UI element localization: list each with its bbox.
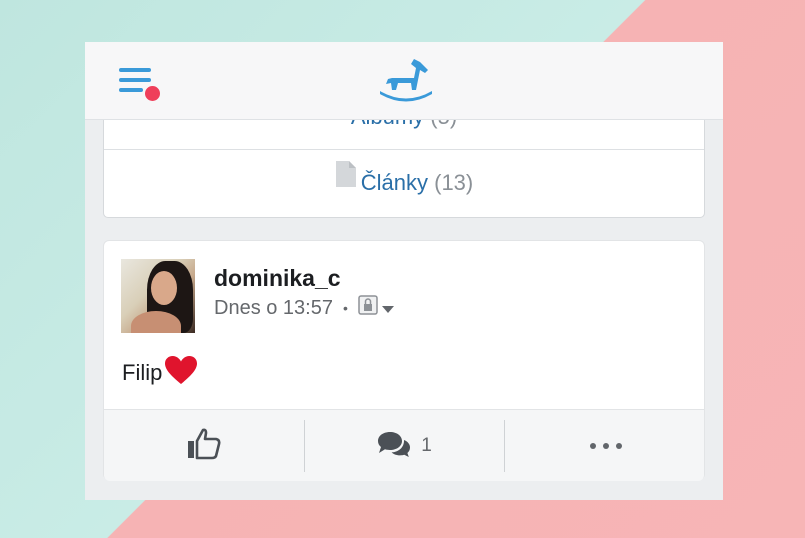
post-meta: Dnes o 13:57 • bbox=[214, 295, 394, 321]
menu-button[interactable] bbox=[119, 68, 161, 102]
menu-line bbox=[119, 88, 143, 92]
rocking-horse-icon[interactable] bbox=[378, 58, 434, 104]
like-button[interactable] bbox=[104, 410, 304, 482]
dot bbox=[602, 443, 609, 449]
avatar-shoulder bbox=[131, 311, 181, 333]
dot bbox=[589, 443, 596, 449]
dot bbox=[615, 443, 622, 449]
articles-row[interactable]: Články (13) bbox=[104, 150, 704, 216]
top-navigation-bar bbox=[85, 42, 723, 120]
articles-count: (13) bbox=[434, 170, 474, 195]
post-card: dominika_c Dnes o 13:57 • Filip 1 bbox=[103, 240, 705, 481]
avatar[interactable] bbox=[121, 259, 195, 333]
privacy-selector[interactable] bbox=[358, 295, 394, 321]
more-dots-icon bbox=[589, 443, 622, 449]
app-window: Albumy (5) Články (13) bbox=[85, 42, 723, 500]
comments-icon bbox=[377, 430, 411, 463]
post-message: Filip bbox=[122, 360, 163, 385]
post-text: Filip bbox=[122, 355, 198, 391]
post-actions-bar: 1 bbox=[104, 409, 704, 481]
heart-icon bbox=[164, 355, 198, 391]
lock-icon bbox=[358, 295, 378, 321]
thumbs-up-icon bbox=[187, 428, 221, 465]
comment-count: 1 bbox=[421, 435, 432, 456]
more-options-button[interactable] bbox=[504, 420, 706, 472]
menu-lines-icon bbox=[119, 68, 151, 72]
chevron-down-icon bbox=[381, 297, 394, 320]
post-author[interactable]: dominika_c bbox=[214, 265, 341, 292]
avatar-face bbox=[151, 271, 177, 305]
menu-line bbox=[119, 78, 151, 82]
notification-dot-icon bbox=[145, 86, 160, 101]
post-timestamp[interactable]: Dnes o 13:57 bbox=[214, 297, 333, 320]
comments-button[interactable]: 1 bbox=[304, 420, 504, 472]
document-icon bbox=[335, 148, 357, 214]
meta-separator: • bbox=[342, 300, 348, 316]
articles-link[interactable]: Články bbox=[361, 170, 428, 195]
